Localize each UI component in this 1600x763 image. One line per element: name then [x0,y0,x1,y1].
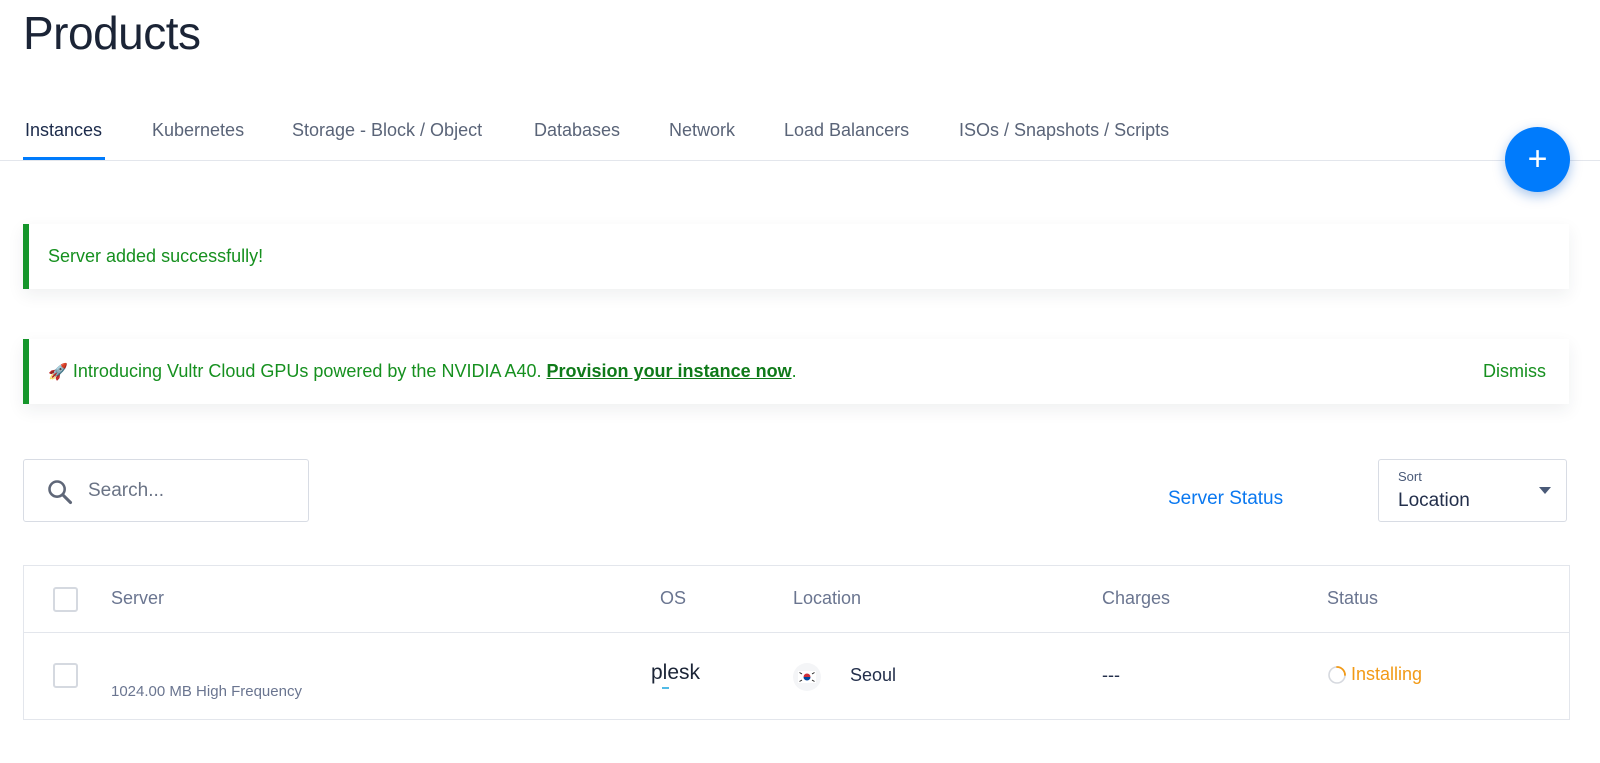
promo-suffix: . [791,361,797,381]
promo-message: Introducing Vultr Cloud GPUs powered by … [72,361,542,381]
server-plan: 1024.00 MB High Frequency [111,683,302,700]
spinner-icon [1328,665,1346,684]
success-alert: Server added successfully! [23,224,1569,289]
plus-icon: + [1527,139,1548,178]
column-header-os: OS [660,588,687,608]
chevron-down-icon [1539,487,1551,494]
status-value: Installing [1351,664,1423,684]
tab-kubernetes[interactable]: Kubernetes [152,120,244,160]
products-page: Products Instances Kubernetes Storage - … [0,0,1600,763]
sort-value: Location [1398,490,1470,511]
provision-instance-link[interactable]: Provision your instance now [547,361,792,382]
sort-select[interactable]: Sort Location [1378,459,1567,522]
plesk-os-logo: plesk [651,661,701,689]
product-tabs: Instances Kubernetes Storage - Block / O… [0,108,1600,161]
tab-isos-snapshots-scripts[interactable]: ISOs / Snapshots / Scripts [959,120,1169,160]
os-name: plesk [651,661,701,684]
tab-network[interactable]: Network [669,120,735,160]
search-input[interactable] [88,460,303,521]
column-header-status: Status [1327,588,1379,608]
column-header-location: Location [793,588,862,608]
column-header-charges: Charges [1102,588,1171,608]
promo-alert: 🚀 Introducing Vultr Cloud GPUs powered b… [23,339,1569,404]
search-box [23,459,309,522]
page-title: Products [23,7,201,59]
select-all-checkbox[interactable] [53,587,78,612]
table-header: Server OS Location Charges Status [24,566,1569,633]
sort-label: Sort [1398,469,1422,484]
column-header-server: Server [111,588,165,608]
tab-storage[interactable]: Storage - Block / Object [292,120,482,160]
row-checkbox[interactable] [53,663,78,688]
search-icon [48,480,73,505]
location-value: Seoul [850,665,897,685]
server-status-button[interactable]: Server Status [1168,488,1283,510]
tab-instances[interactable]: Instances [22,120,106,160]
tab-databases[interactable]: Databases [534,120,620,160]
charges-value: --- [1102,665,1120,685]
south-korea-flag-icon [793,663,821,691]
success-message: Server added successfully! [48,246,264,266]
add-product-button[interactable]: + [1505,127,1570,192]
status-badge: Installing [1327,664,1422,685]
rocket-icon: 🚀 [48,363,68,381]
instances-table: Server OS Location Charges Status 1024.0… [23,565,1570,720]
dismiss-button[interactable]: Dismiss [1483,361,1546,382]
table-row[interactable]: 1024.00 MB High Frequency plesk Seoul --… [24,633,1569,720]
tab-load-balancers[interactable]: Load Balancers [784,120,909,160]
